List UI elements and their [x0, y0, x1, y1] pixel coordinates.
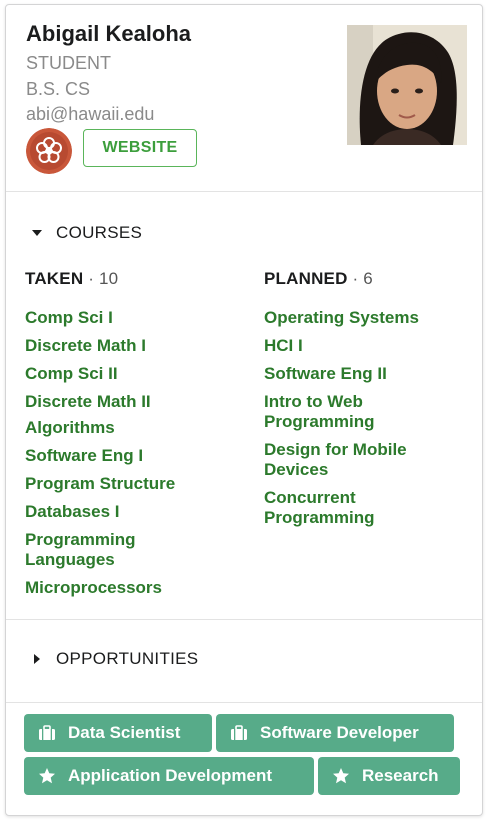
avatar — [347, 25, 467, 145]
profile-role: STUDENT — [26, 53, 111, 73]
tag-label: Research — [362, 766, 439, 785]
course-link[interactable]: Comp Sci II — [25, 364, 255, 384]
course-link[interactable]: Program Structure — [25, 474, 255, 494]
planned-header: PLANNED · 6 — [264, 269, 373, 288]
course-link[interactable]: Comp Sci I — [25, 308, 255, 328]
briefcase-icon — [39, 725, 55, 740]
caret-right-icon — [34, 654, 40, 664]
course-link[interactable]: Algorithms — [25, 418, 255, 438]
opportunities-section-label: OPPORTUNITIES — [56, 649, 199, 668]
courses-section-label: COURSES — [56, 223, 143, 242]
divider — [6, 619, 482, 620]
course-link[interactable]: Intro to Web Programming — [264, 392, 414, 432]
caret-down-icon — [32, 230, 42, 236]
profile-degree: B.S. CS — [26, 79, 91, 99]
profile-email[interactable]: abi@hawaii.edu — [26, 104, 154, 125]
tag-data-scientist[interactable]: Data Scientist — [24, 714, 212, 752]
opportunities-toggle[interactable]: OPPORTUNITIES — [32, 649, 198, 669]
profile-name: Abigail Kealoha — [26, 21, 192, 46]
divider — [6, 191, 482, 192]
tag-label: Software Developer — [260, 723, 419, 742]
tag-label: Data Scientist — [68, 723, 181, 742]
profile-card: Abigail Kealoha STUDENT B.S. CS abi@hawa… — [5, 4, 483, 816]
course-link[interactable]: Discrete Math II — [25, 392, 255, 412]
taken-count: 10 — [99, 269, 119, 288]
tag-research[interactable]: Research — [318, 757, 460, 795]
course-link[interactable]: Design for Mobile Devices — [264, 440, 434, 480]
tag-software-developer[interactable]: Software Developer — [216, 714, 454, 752]
course-link[interactable]: Programming Languages — [25, 530, 175, 570]
taken-courses-column: TAKEN · 10 Comp Sci I Discrete Math I Co… — [25, 269, 255, 606]
planned-label: PLANNED — [264, 269, 348, 288]
course-link[interactable]: Software Eng I — [25, 446, 255, 466]
planned-courses-column: PLANNED · 6 Operating Systems HCI I Soft… — [264, 269, 464, 536]
taken-header: TAKEN · 10 — [25, 269, 119, 288]
course-link[interactable]: Operating Systems — [264, 308, 464, 328]
course-link[interactable]: Software Eng II — [264, 364, 464, 384]
university-logo — [26, 128, 72, 174]
planned-count: 6 — [363, 269, 373, 288]
tag-label: Application Development — [68, 766, 273, 785]
briefcase-icon — [231, 725, 247, 740]
course-link[interactable]: HCI I — [264, 336, 464, 356]
course-link[interactable]: Databases I — [25, 502, 255, 522]
tag-application-development[interactable]: Application Development — [24, 757, 314, 795]
courses-toggle[interactable]: COURSES — [32, 223, 142, 243]
profile-header: Abigail Kealoha STUDENT B.S. CS abi@hawa… — [6, 5, 482, 191]
course-link[interactable]: Microprocessors — [25, 578, 255, 598]
taken-label: TAKEN — [25, 269, 84, 288]
website-button[interactable]: WEBSITE — [83, 129, 197, 167]
course-link[interactable]: Discrete Math I — [25, 336, 255, 356]
divider — [6, 702, 482, 703]
star-icon — [333, 768, 349, 784]
course-link[interactable]: Concurrent Programming — [264, 488, 414, 528]
star-icon — [39, 768, 55, 784]
